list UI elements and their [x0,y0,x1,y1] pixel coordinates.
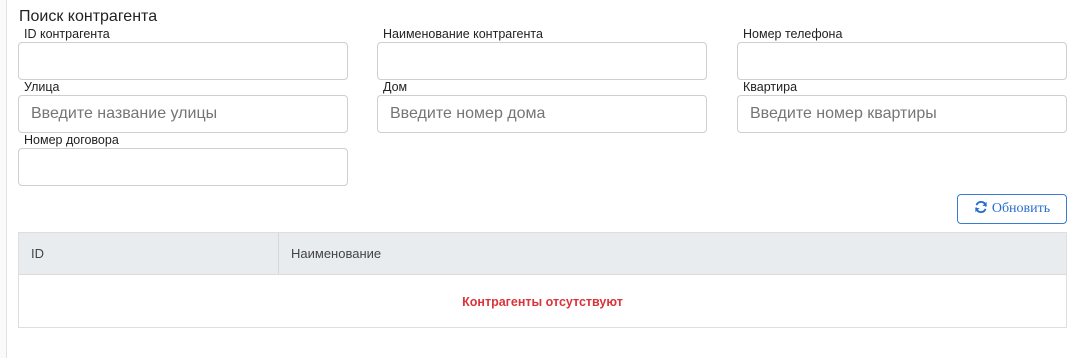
table-header: ID Наименование [19,233,1066,275]
contractor-id-label: ID контрагента [24,27,110,41]
house-input[interactable] [377,95,707,133]
contractor-name-label: Наименование контрагента [383,27,543,41]
street-field: Улица [18,81,348,133]
phone-label: Номер телефона [743,27,843,41]
page-title: Поиск контрагента [19,8,158,25]
refresh-button[interactable]: Обновить [957,194,1067,224]
contract-number-label: Номер договора [24,133,119,147]
refresh-button-label: Обновить [991,201,1051,216]
apartment-field: Квартира [737,81,1067,133]
contractor-id-field: ID контрагента [18,28,348,80]
contract-number-input[interactable] [18,148,348,186]
phone-field: Номер телефона [737,28,1067,80]
empty-table-message: Контрагенты отсутствуют [462,294,623,309]
contractor-id-input[interactable] [18,42,348,80]
phone-input[interactable] [737,42,1067,80]
house-label: Дом [383,80,408,94]
street-input[interactable] [18,95,348,133]
contractor-name-field: Наименование контрагента [377,28,707,80]
contract-number-field: Номер договора [18,134,348,186]
refresh-icon [974,200,988,219]
contractor-name-input[interactable] [377,42,707,80]
street-label: Улица [24,80,60,94]
house-field: Дом [377,81,707,133]
apartment-label: Квартира [743,80,798,94]
apartment-input[interactable] [737,95,1067,133]
column-header-name[interactable]: Наименование [279,233,1066,274]
left-panel-edge [0,0,7,358]
column-header-id[interactable]: ID [19,233,279,274]
contractors-table: ID Наименование Контрагенты отсутствуют [18,232,1067,328]
